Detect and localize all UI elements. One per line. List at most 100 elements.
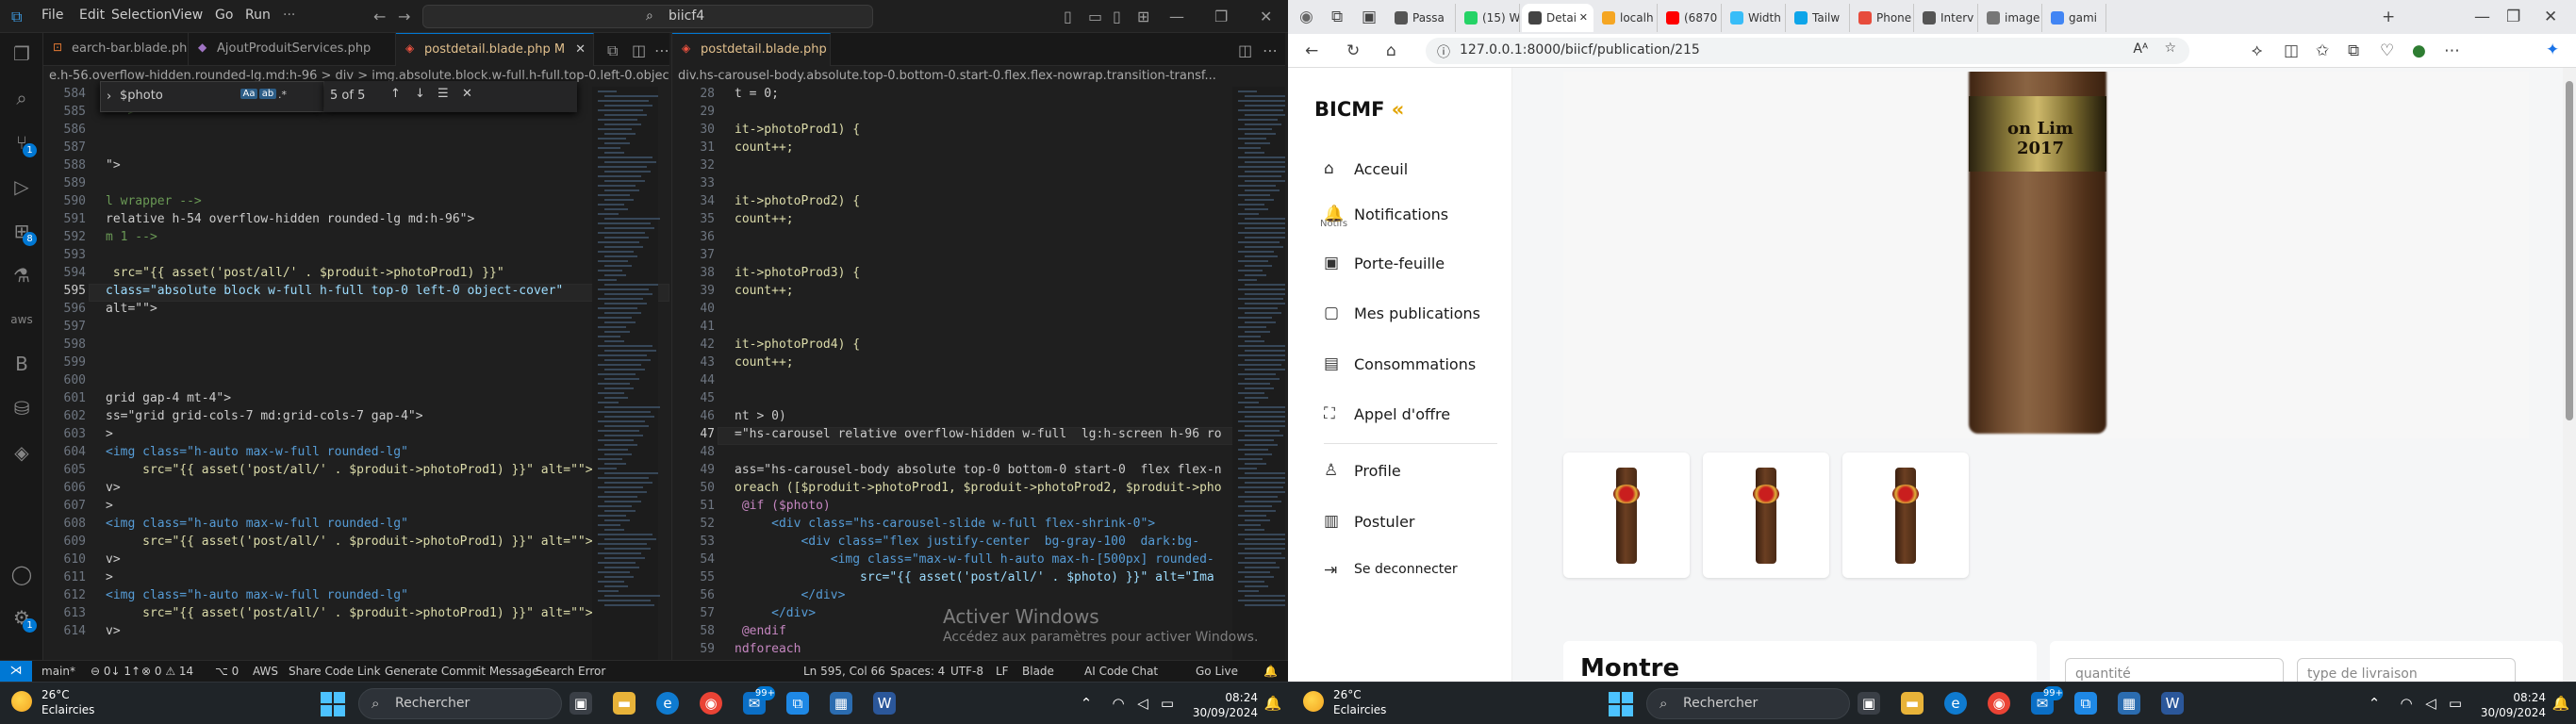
toggle-secondary-sidebar-icon[interactable]: ▯: [1113, 8, 1121, 25]
command-center-search[interactable]: ⌕ biicf4: [422, 5, 873, 28]
quantity-input[interactable]: quantité: [2065, 658, 2284, 682]
aws-status[interactable]: AWS: [253, 665, 278, 678]
explorer-icon[interactable]: ❐: [10, 42, 33, 65]
blade-icon[interactable]: B: [10, 353, 33, 375]
task-view-icon[interactable]: ▣: [1858, 692, 1880, 715]
taskbar-search[interactable]: ⌕ Rechercher: [358, 688, 562, 719]
account-icon[interactable]: ◯: [10, 563, 33, 585]
volume-icon[interactable]: ◁: [1131, 692, 1154, 715]
word-icon[interactable]: W: [2161, 692, 2184, 715]
app-taskbar-icon[interactable]: ▦: [830, 692, 852, 715]
scrollbar-thumb[interactable]: [2566, 81, 2573, 420]
file-explorer-icon[interactable]: ▬: [1901, 692, 1924, 715]
forward-arrow-icon[interactable]: →: [398, 8, 410, 25]
more-actions-icon[interactable]: ⋯: [654, 41, 669, 59]
battery-icon[interactable]: ▭: [2444, 692, 2467, 715]
tray-chevron-icon[interactable]: ⌃: [2363, 692, 2386, 715]
extensions-icon[interactable]: ⊞ 8: [10, 220, 37, 246]
app-taskbar-icon[interactable]: ▦: [2118, 692, 2140, 715]
collections-icon[interactable]: ⧉: [2348, 41, 2359, 60]
taskbar-search[interactable]: ⌕ Rechercher: [1646, 688, 1850, 719]
toggle-replace-chevron-icon[interactable]: ›: [107, 90, 111, 104]
product-thumbnail-1[interactable]: [1563, 452, 1690, 578]
code-editor-left[interactable]: 584585 -->586587588">589590l wrapper -->…: [43, 87, 669, 660]
search-error[interactable]: Search Error: [536, 665, 605, 678]
menu-go[interactable]: Go: [215, 8, 233, 23]
branch-indicator[interactable]: main*: [41, 665, 75, 678]
word-icon[interactable]: W: [873, 692, 896, 715]
remote-indicator-icon[interactable]: ⋊: [0, 661, 32, 682]
browser-tab[interactable]: Interv: [1916, 4, 1978, 32]
task-view-icon[interactable]: ▣: [570, 692, 592, 715]
more-actions-icon[interactable]: ⋯: [1263, 41, 1278, 59]
workspaces-icon[interactable]: ⧉: [1331, 8, 1343, 26]
address-bar[interactable]: ⓘ 127.0.0.1:8000/biicf/publication/215 Aᴬ…: [1426, 38, 2189, 64]
collapse-chevron-icon[interactable]: «: [1392, 98, 1405, 121]
vertical-tabs-icon[interactable]: ▣: [1362, 8, 1377, 26]
run-debug-icon[interactable]: ▷: [10, 175, 33, 198]
split-screen-icon[interactable]: ◫: [2284, 41, 2299, 60]
tab-close-icon[interactable]: ✕: [575, 42, 586, 57]
browser-tab[interactable]: Passa: [1388, 4, 1456, 32]
minimize-icon[interactable]: —: [1169, 8, 1184, 25]
browser-tab[interactable]: gami: [2044, 4, 2106, 32]
clock[interactable]: 08:24 30/09/2024: [1190, 690, 1258, 720]
toggle-panel-icon[interactable]: ▭: [1088, 8, 1102, 25]
browser-essentials-icon[interactable]: ♡: [2380, 41, 2394, 60]
minimap-right[interactable]: [1232, 87, 1285, 660]
tab-ajout-produit-services[interactable]: ◆ AjoutProduitServices.php: [189, 33, 396, 66]
restore-icon[interactable]: ❐: [2506, 8, 2520, 26]
profile-avatar-icon[interactable]: ◉: [1299, 8, 1313, 26]
aws-icon[interactable]: aws: [10, 308, 33, 331]
indentation[interactable]: Spaces: 4: [890, 665, 945, 678]
site-brand[interactable]: BICMF «: [1314, 98, 1404, 121]
toggle-sidebar-icon[interactable]: ▯: [1064, 8, 1072, 25]
source-control-icon[interactable]: ⑂ 1: [10, 131, 37, 157]
tab-close-icon[interactable]: ✕: [1579, 11, 1588, 24]
vscode-taskbar-icon[interactable]: ⧉: [786, 692, 809, 715]
go-live[interactable]: Go Live: [1196, 665, 1238, 678]
match-case-toggle[interactable]: Aa: [240, 89, 257, 99]
minimap-left[interactable]: [592, 87, 660, 660]
browser-tab[interactable]: localh: [1595, 4, 1658, 32]
menu-file[interactable]: File: [41, 8, 63, 23]
windows-start-icon[interactable]: [1609, 692, 1633, 716]
close-icon[interactable]: ✕: [2544, 8, 2557, 26]
database-icon[interactable]: ⛁: [10, 397, 33, 420]
wifi-icon[interactable]: ◠: [2395, 692, 2418, 715]
notifications-bell-icon[interactable]: 🔔: [1263, 665, 1278, 678]
regex-toggle[interactable]: .*: [278, 89, 287, 101]
product-thumbnail-2[interactable]: [1703, 452, 1829, 578]
tab-postdetail-blade-right[interactable]: ◈ postdetail.blade.php M: [672, 33, 831, 66]
tab-search-bar-blade[interactable]: ⊡ earch-bar.blade.php: [43, 33, 189, 66]
find-in-selection-icon[interactable]: ☰: [438, 87, 449, 101]
layout-icon[interactable]: ⊞: [1137, 8, 1149, 25]
wifi-icon[interactable]: ◠: [1107, 692, 1130, 715]
menu-selection[interactable]: Selection: [111, 8, 173, 23]
previous-match-icon[interactable]: ↑: [390, 87, 401, 101]
next-match-icon[interactable]: ↓: [415, 87, 425, 101]
browser-tab[interactable]: (6870: [1660, 4, 1722, 32]
breadcrumb-right[interactable]: div.hs-carousel-body.absolute.top-0.bott…: [672, 66, 1285, 87]
chrome-icon[interactable]: ◉: [1988, 692, 2010, 715]
tab-postdetail-blade-left[interactable]: ◈ postdetail.blade.php M ✕: [396, 33, 594, 66]
home-icon[interactable]: ⌂: [1386, 41, 1396, 60]
menu-view[interactable]: View: [172, 8, 203, 23]
sync-indicator[interactable]: ⊖ 0↓ 1↑: [91, 665, 140, 678]
problems-indicator[interactable]: ⊗ 0 ⚠ 14: [141, 665, 193, 678]
favorite-star-icon[interactable]: ☆: [2164, 41, 2176, 56]
favorites-icon[interactable]: ✩: [2316, 41, 2329, 60]
back-arrow-icon[interactable]: ←: [373, 8, 386, 25]
end-of-line[interactable]: LF: [996, 665, 1009, 678]
delivery-type-input[interactable]: type de livraison: [2297, 658, 2516, 682]
chrome-icon[interactable]: ◉: [700, 692, 722, 715]
notification-icon[interactable]: 🔔: [2550, 692, 2572, 715]
restore-icon[interactable]: ❐: [1214, 8, 1228, 25]
minimize-icon[interactable]: —: [2474, 8, 2490, 26]
search-icon[interactable]: ⌕: [10, 87, 33, 109]
edge-browser-icon[interactable]: e: [1944, 692, 1967, 715]
layers-icon[interactable]: ◈: [10, 441, 33, 464]
testing-icon[interactable]: ⚗: [10, 264, 33, 287]
vscode-taskbar-icon[interactable]: ⧉: [2074, 692, 2097, 715]
split-editor-icon[interactable]: ⧉: [607, 41, 618, 60]
